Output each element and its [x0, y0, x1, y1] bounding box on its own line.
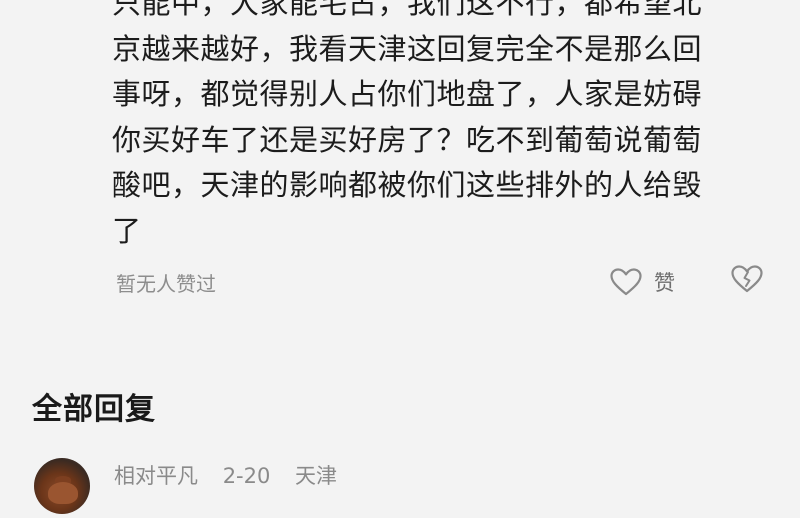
comment-line: 了: [112, 213, 142, 248]
reply-item[interactable]: 相对平凡 2-20 天津: [34, 458, 774, 518]
comment-line: 京越来越好，我看天津这回复完全不是那么回: [112, 31, 703, 66]
no-likes-text: 暂无人赞过: [116, 272, 216, 296]
comment-line: 事呀，都觉得别人占你们地盘了，人家是妨碍: [112, 77, 703, 111]
comment-line: 只能中，大家能宅占，我们这不行，都希望北: [112, 0, 703, 20]
heart-outline-icon: [610, 268, 642, 296]
like-button[interactable]: 赞: [610, 262, 675, 302]
avatar[interactable]: [34, 458, 90, 514]
reply-date: 2-20: [222, 464, 271, 488]
comment-line: 你买好车了还是买好房了？吃不到葡萄说葡萄: [112, 122, 703, 157]
reply-username[interactable]: 相对平凡: [114, 464, 198, 488]
all-replies-heading: 全部回复: [32, 392, 156, 427]
comment-text: 只能中，大家能宅占，我们这不行，都希望北 京越来越好，我看天津这回复完全不是那么…: [112, 0, 782, 254]
dislike-button[interactable]: [731, 265, 763, 297]
comment-line: 酸吧，天津的影响都被你们这些排外的人给毁: [112, 168, 703, 202]
reply-location: 天津: [295, 464, 338, 488]
teapot-body: [48, 482, 78, 504]
reply-meta: 相对平凡 2-20 天津: [114, 460, 355, 490]
broken-heart-icon: [731, 265, 763, 297]
like-label: 赞: [654, 271, 675, 295]
comment-actions-row: 暂无人赞过 赞: [116, 262, 776, 302]
